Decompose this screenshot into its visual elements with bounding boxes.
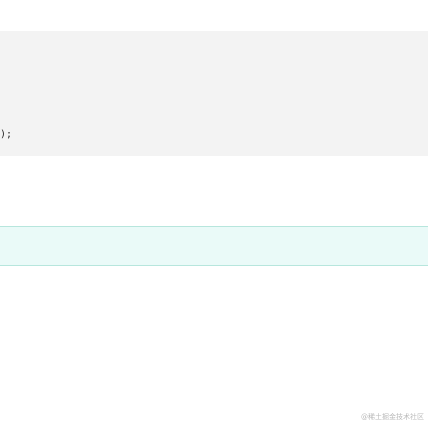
notice-bar: [0, 226, 428, 266]
code-line: );: [0, 129, 13, 140]
code-block: );: [0, 31, 428, 156]
watermark: @稀土掘金技术社区: [361, 413, 424, 421]
